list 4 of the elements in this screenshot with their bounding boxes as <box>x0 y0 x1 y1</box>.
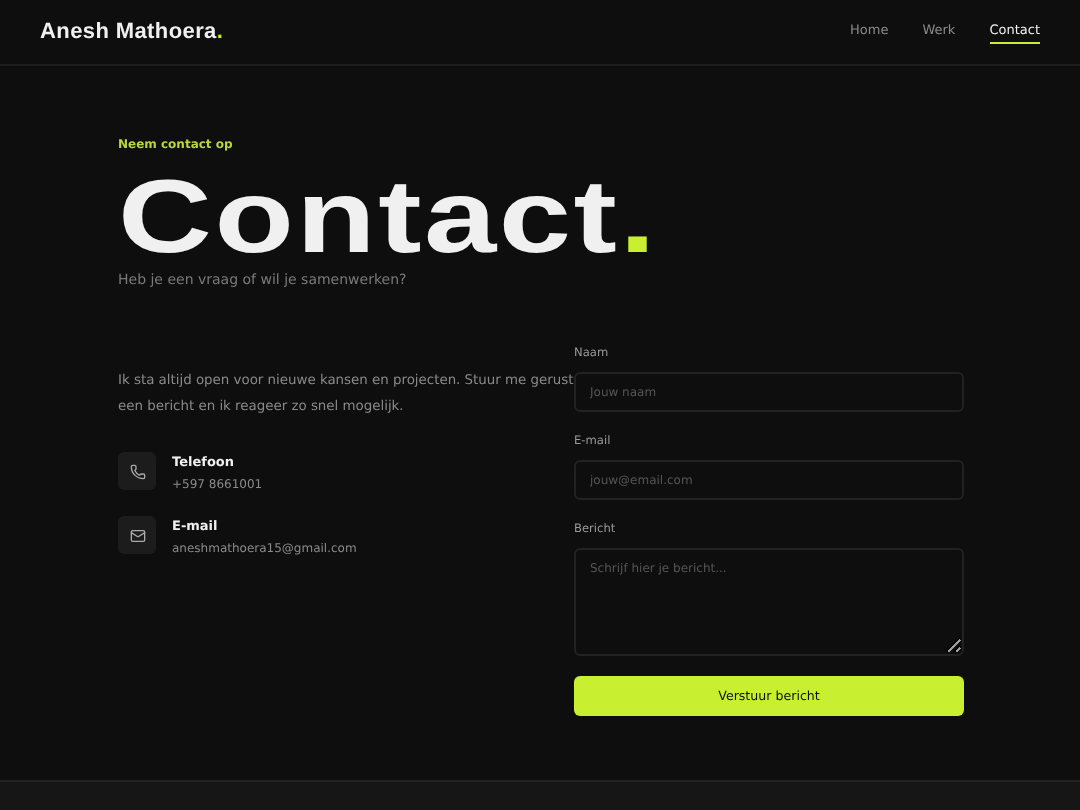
page-title: Contact. <box>118 176 661 260</box>
mail-icon <box>129 527 145 543</box>
phone-icon <box>129 463 145 479</box>
logo: Anesh Mathoera. <box>40 20 224 44</box>
